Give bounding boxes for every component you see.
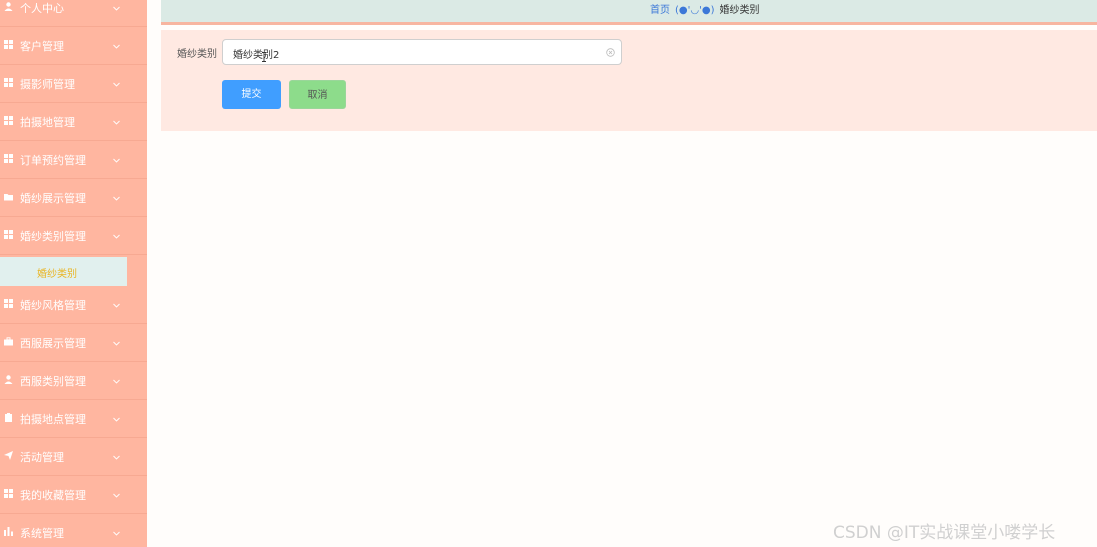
sidebar-item-shoot-locations[interactable]: 拍摄地点管理 [0, 400, 147, 438]
form-panel: 婚纱类别 婚纱类别2 提交 取消 [161, 30, 1097, 131]
grid-icon [4, 154, 13, 163]
category-input-value: 婚纱类别2 [233, 50, 280, 61]
category-field-label: 婚纱类别 [177, 49, 217, 60]
user-icon [4, 375, 13, 384]
submit-button[interactable]: 提交 [222, 80, 281, 109]
chevron-down-icon [113, 154, 120, 163]
category-input[interactable]: 婚纱类别2 [222, 39, 622, 65]
sidebar-subitem-label: 婚纱类别 [37, 269, 77, 280]
sidebar-item-label: 订单预约管理 [20, 154, 86, 167]
sidebar-item-system[interactable]: 系统管理 [0, 514, 147, 547]
chevron-down-icon [113, 116, 120, 125]
breadcrumb-separator: (●'◡'●) [675, 5, 715, 16]
cancel-button[interactable]: 取消 [289, 80, 346, 109]
sidebar-item-label: 拍摄地点管理 [20, 413, 86, 426]
sidebar-item-label: 我的收藏管理 [20, 489, 86, 502]
sidebar-item-suit-display[interactable]: 西服展示管理 [0, 324, 147, 362]
user-icon [4, 2, 13, 11]
sidebar: 个人中心 客户管理 摄影师管理 拍摄地管理 订单预约管理 婚纱展示管理 婚纱类别… [0, 0, 147, 547]
chevron-down-icon [113, 489, 120, 498]
sidebar-item-dress-style[interactable]: 婚纱风格管理 [0, 286, 147, 324]
sidebar-item-customers[interactable]: 客户管理 [0, 27, 147, 65]
grid-icon [4, 116, 13, 125]
sidebar-item-label: 个人中心 [20, 2, 64, 15]
sidebar-item-orders[interactable]: 订单预约管理 [0, 141, 147, 179]
sidebar-item-activities[interactable]: 活动管理 [0, 438, 147, 476]
sidebar-item-label: 活动管理 [20, 451, 64, 464]
chevron-up-icon [113, 230, 120, 239]
chevron-down-icon [113, 451, 120, 460]
chart-icon [4, 527, 13, 536]
chevron-down-icon [113, 527, 120, 536]
sidebar-item-label: 拍摄地管理 [20, 116, 75, 129]
sidebar-item-label: 系统管理 [20, 527, 64, 540]
send-icon [4, 451, 13, 460]
watermark: CSDN @IT实战课堂小喽学长 [833, 523, 1056, 543]
folder-icon [4, 192, 13, 201]
briefcase-icon [4, 337, 13, 346]
breadcrumb-current: 婚纱类别 [719, 5, 760, 16]
chevron-down-icon [113, 337, 120, 346]
grid-icon [4, 489, 13, 498]
sidebar-item-label: 西服类别管理 [20, 375, 86, 388]
chevron-down-icon [113, 2, 120, 11]
sidebar-item-dress-category[interactable]: 婚纱类别管理 [0, 217, 147, 255]
sidebar-item-label: 西服展示管理 [20, 337, 86, 350]
clipboard-icon [4, 413, 13, 422]
sidebar-item-label: 婚纱展示管理 [20, 192, 86, 205]
chevron-down-icon [113, 375, 120, 384]
sidebar-item-suit-category[interactable]: 西服类别管理 [0, 362, 147, 400]
sidebar-item-photographers[interactable]: 摄影师管理 [0, 65, 147, 103]
grid-icon [4, 40, 13, 49]
chevron-down-icon [113, 78, 120, 87]
chevron-down-icon [113, 413, 120, 422]
sidebar-item-label: 摄影师管理 [20, 78, 75, 91]
text-cursor-icon [261, 52, 267, 62]
grid-icon [4, 299, 13, 308]
clear-icon[interactable] [606, 47, 615, 57]
chevron-down-icon [113, 192, 120, 201]
breadcrumb-home-link[interactable]: 首页 [650, 5, 670, 16]
sidebar-item-label: 婚纱风格管理 [20, 299, 86, 312]
sidebar-item-favorites[interactable]: 我的收藏管理 [0, 476, 147, 514]
chevron-down-icon [113, 299, 120, 308]
sidebar-item-dress-display[interactable]: 婚纱展示管理 [0, 179, 147, 217]
sidebar-subitem-dress-category[interactable]: 婚纱类别 [0, 257, 127, 286]
sidebar-item-label: 婚纱类别管理 [20, 230, 86, 243]
breadcrumb: 首页 (●'◡'●) 婚纱类别 [650, 1, 759, 16]
grid-icon [4, 78, 13, 87]
chevron-down-icon [113, 40, 120, 49]
sidebar-item-shoot-sites[interactable]: 拍摄地管理 [0, 103, 147, 141]
breadcrumb-bar: 首页 (●'◡'●) 婚纱类别 [161, 0, 1097, 25]
grid-icon [4, 230, 13, 239]
sidebar-item-label: 客户管理 [20, 40, 64, 53]
sidebar-item-profile[interactable]: 个人中心 [0, 0, 147, 27]
